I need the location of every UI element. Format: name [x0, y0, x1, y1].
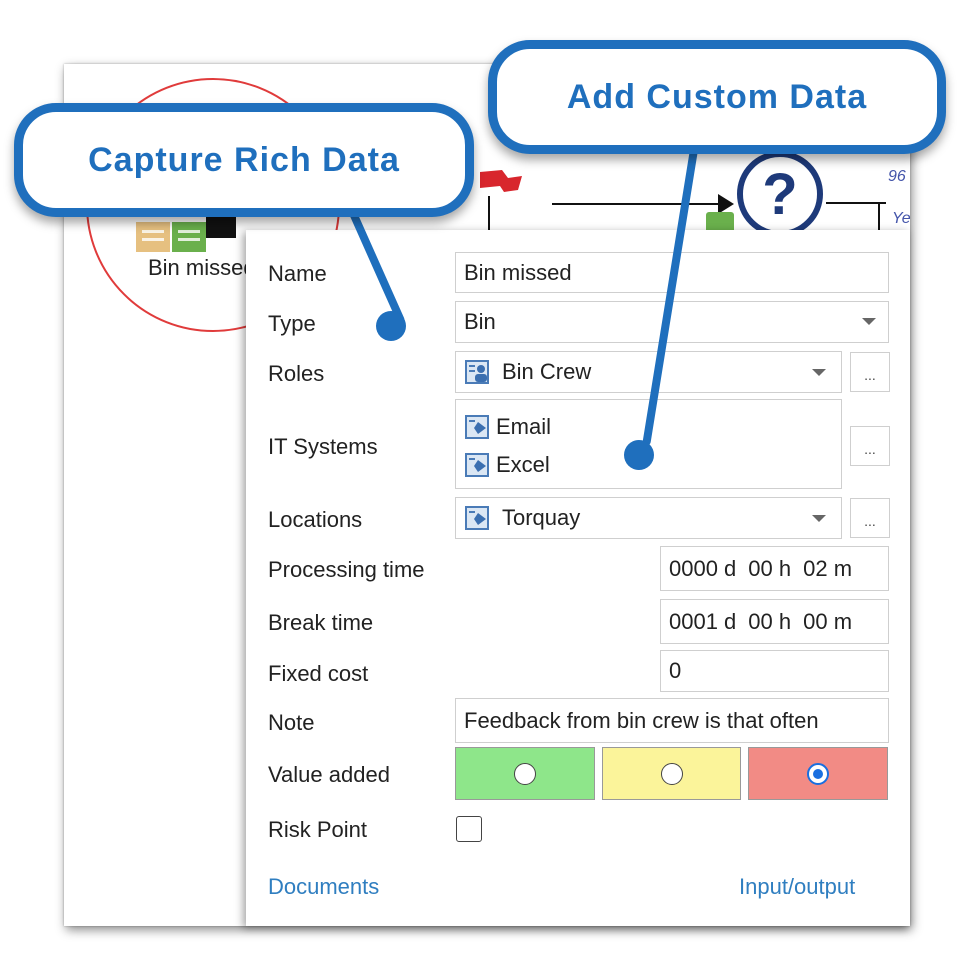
roles-label: Roles: [268, 361, 325, 386]
fixed-cost-label: Fixed cost: [268, 661, 369, 686]
fixed-cost-input[interactable]: 0: [660, 650, 889, 692]
minutes-value[interactable]: 02 m: [803, 556, 852, 582]
days-value[interactable]: 0000 d: [669, 556, 736, 582]
value-added-radio[interactable]: [514, 762, 536, 785]
flow-arrow: [552, 203, 728, 205]
value-added-label: Value added: [268, 762, 390, 787]
decision-question-icon[interactable]: ?: [734, 148, 826, 240]
minutes-value[interactable]: 00 m: [803, 609, 852, 635]
it-systems-label: IT Systems: [268, 434, 378, 459]
note-label: Note: [268, 710, 315, 735]
callout-pointer-dot: [376, 311, 406, 341]
type-label: Type: [268, 311, 316, 336]
processing-time-input[interactable]: 0000 d 00 h 02 m: [660, 546, 889, 591]
roles-value: Bin Crew: [502, 359, 592, 384]
system-monitor-icon: [464, 414, 492, 440]
value-added-option-yellow[interactable]: [602, 747, 741, 800]
hours-value[interactable]: 00 h: [748, 609, 791, 635]
value-added-radio-selected[interactable]: [807, 762, 829, 785]
value-added-option-red[interactable]: [748, 747, 888, 800]
svg-text:?: ?: [762, 162, 797, 227]
callout-pointer-dot: [624, 440, 654, 470]
value-added-option-green[interactable]: [455, 747, 595, 800]
days-value[interactable]: 0001 d: [669, 609, 736, 635]
node-label: Bin missed: [148, 255, 248, 280]
name-label: Name: [268, 261, 327, 286]
it-item-label: Email: [496, 414, 552, 439]
hours-value[interactable]: 00 h: [748, 556, 791, 582]
value-added-radio[interactable]: [660, 762, 683, 785]
roles-more-button[interactable]: ...: [850, 352, 890, 392]
decision-branch: [878, 202, 880, 232]
it-item-label: Excel: [496, 452, 550, 477]
role-user-icon: [464, 359, 492, 385]
chevron-down-icon[interactable]: [812, 515, 826, 522]
flag-icon: [480, 170, 522, 192]
type-value: Bin: [464, 309, 496, 334]
processing-time-label: Processing time: [268, 557, 425, 582]
system-icon: [206, 216, 236, 238]
chevron-down-icon[interactable]: [812, 369, 826, 376]
system-monitor-icon: [464, 452, 492, 478]
decision-connector: [826, 202, 886, 204]
callout-text: Capture Rich Data: [88, 140, 400, 179]
branch-label-yes: Ye: [892, 210, 911, 227]
risk-point-label: Risk Point: [268, 817, 368, 842]
data-icon: [172, 222, 206, 252]
location-icon: [464, 505, 492, 531]
risk-point-checkbox[interactable]: [456, 816, 482, 842]
note-input[interactable]: Feedback from bin crew is that often: [455, 698, 889, 743]
input-output-link[interactable]: Input/output: [739, 874, 855, 900]
roles-select[interactable]: Bin Crew: [455, 351, 842, 393]
locations-more-button[interactable]: ...: [850, 498, 890, 538]
documents-link[interactable]: Documents: [268, 874, 379, 900]
callout-text: Add Custom Data: [566, 77, 868, 116]
arrow-head-icon: [718, 194, 734, 214]
branch-label-top: 96: [888, 168, 906, 185]
flow-connector: [488, 196, 490, 230]
document-icon: [136, 222, 170, 252]
locations-select[interactable]: Torquay: [455, 497, 842, 539]
break-time-input[interactable]: 0001 d 00 h 00 m: [660, 599, 889, 644]
break-time-label: Break time: [268, 610, 374, 635]
locations-label: Locations: [268, 507, 363, 532]
add-custom-data-callout: Add Custom Data: [488, 40, 946, 154]
capture-rich-data-callout: Capture Rich Data: [14, 103, 474, 217]
locations-value: Torquay: [502, 505, 581, 530]
it-systems-more-button[interactable]: ...: [850, 426, 890, 466]
chevron-down-icon[interactable]: [862, 318, 876, 325]
